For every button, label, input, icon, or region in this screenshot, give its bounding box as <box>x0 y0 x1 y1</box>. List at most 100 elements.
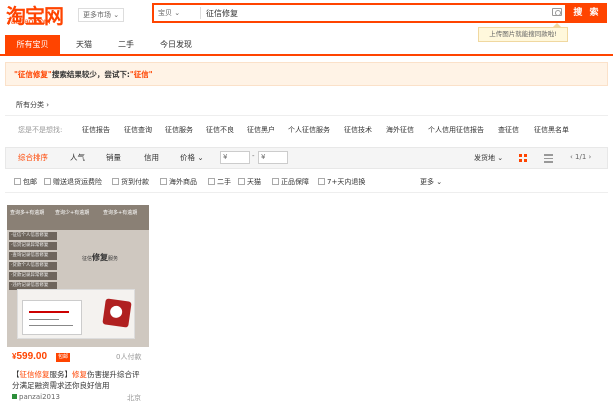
thumb-document <box>17 289 135 339</box>
page-indicator: 1/1 <box>575 153 587 161</box>
thumb-headline-suffix: 服务 <box>108 256 119 262</box>
suggestion-link[interactable]: 个人征信服务 <box>288 125 330 135</box>
more-filters-label: 更多 <box>420 178 434 186</box>
tab-secondhand[interactable]: 二手 <box>108 35 144 54</box>
filter-secondhand[interactable]: 二手 <box>208 177 231 187</box>
sort-credit[interactable]: 信用 <box>144 152 159 163</box>
price-range-dash: - <box>252 152 255 160</box>
filter-cod[interactable]: 货到付款 <box>112 177 149 187</box>
suggestion-label: 您是不是想找: <box>18 126 63 134</box>
certificate-graphic <box>22 300 82 335</box>
chevron-right-icon: › <box>46 101 50 109</box>
suggestion-link[interactable]: 查征信 <box>498 125 519 135</box>
sort-popularity[interactable]: 人气 <box>70 152 85 163</box>
product-price: ¥599.00 <box>12 351 47 362</box>
search-input[interactable] <box>206 6 546 20</box>
thumb-label: 查询多+有逾期 <box>10 210 45 216</box>
list-view-icon[interactable] <box>544 154 553 163</box>
title-fragment: 服务】 <box>49 370 73 379</box>
sort-price-label: 价格 <box>180 153 195 162</box>
more-filters-button[interactable]: 更多 ⌄ <box>420 177 442 187</box>
shop-link[interactable]: panzai2013 <box>12 393 60 401</box>
thumb-banner: 查询多+有逾期 查询少+有逾期 查询多+有逾期 <box>7 205 149 230</box>
taobao-logo-en[interactable]: Taobao.com <box>7 17 51 26</box>
title-fragment: 【 <box>12 370 20 379</box>
thumb-label: 查询少+有逾期 <box>55 210 90 216</box>
tab-tmall[interactable]: 天猫 <box>64 35 104 54</box>
product-image[interactable]: 查询多+有逾期 查询少+有逾期 查询多+有逾期 ·征信个人信息修复 ·信贷记录异… <box>7 205 149 347</box>
pagination[interactable]: ‹ 1/1 › <box>570 153 591 161</box>
suggestion-link[interactable]: 征信报告 <box>82 125 110 135</box>
search-category-label: 宝贝 <box>158 9 172 17</box>
checkbox[interactable] <box>238 178 245 185</box>
filter-label: 二手 <box>217 178 231 186</box>
grid-view-icon[interactable] <box>519 154 528 163</box>
notice-text: "征信修复"搜索结果较少，尝试下:"征信" <box>14 69 153 80</box>
suggestion-link[interactable]: 个人信用征信报告 <box>428 125 484 135</box>
next-page-icon[interactable]: › <box>589 153 592 161</box>
red-seal-graphic <box>102 298 132 328</box>
filter-genuine[interactable]: 正品保障 <box>272 177 309 187</box>
filter-label: 天猫 <box>247 178 261 186</box>
chevron-down-icon: ⌄ <box>497 154 504 162</box>
checkbox[interactable] <box>208 178 215 185</box>
sort-price[interactable]: 价格 ⌄ <box>180 152 204 163</box>
filter-label: 包邮 <box>23 178 37 186</box>
suggestion-link[interactable]: 征信黑户 <box>247 125 275 135</box>
nav-underline <box>0 54 613 56</box>
suggestion-link[interactable]: 征信不良 <box>206 125 234 135</box>
tab-today-discover[interactable]: 今日发现 <box>150 35 202 54</box>
filter-label: 正品保障 <box>281 178 309 186</box>
more-market-button[interactable]: 更多市场 ⌄ <box>78 8 125 22</box>
sort-sales[interactable]: 销量 <box>106 152 121 163</box>
price-min-input[interactable]: ¥ <box>220 151 250 164</box>
sort-default[interactable]: 综合排序 <box>18 152 48 163</box>
prev-page-icon[interactable]: ‹ <box>570 153 573 161</box>
chevron-down-icon: ⌄ <box>197 153 204 162</box>
thumb-headline-main: 修复 <box>92 253 109 262</box>
breadcrumb[interactable]: 所有分类 › <box>16 100 49 110</box>
thumb-menu-item: ·信贷记录异常修复 <box>9 242 57 250</box>
taobao-search-page: 淘宝网 Taobao.com 更多市场 ⌄ 宝贝 ⌄ 搜 索 上传图片就能搜同款… <box>0 0 613 410</box>
filter-return-insurance[interactable]: 赠送退货运费险 <box>44 177 102 187</box>
price-max-input[interactable]: ¥ <box>258 151 288 164</box>
checkbox[interactable] <box>272 178 279 185</box>
checkbox[interactable] <box>112 178 119 185</box>
title-highlight: 修复 <box>72 370 87 379</box>
thumb-menu-item: ·征信个人信息修复 <box>9 232 57 240</box>
checkbox[interactable] <box>14 178 21 185</box>
title-fragment: 伤害提升综合评 <box>87 370 140 379</box>
suggestion-link[interactable]: 征信黑名单 <box>534 125 569 135</box>
filter-7day-return[interactable]: 7+天内退换 <box>318 177 365 187</box>
price-value: 599.00 <box>16 351 48 362</box>
suggestion-link[interactable]: 征信服务 <box>165 125 193 135</box>
filter-label: 海外商品 <box>169 178 197 186</box>
checkbox[interactable] <box>318 178 325 185</box>
thumb-menu-item: ·贷款记录异常修复 <box>9 272 57 280</box>
suggestion-link[interactable]: 海外征信 <box>386 125 414 135</box>
filter-label: 赠送退货运费险 <box>53 178 102 186</box>
filter-overseas[interactable]: 海外商品 <box>160 177 197 187</box>
notice-suggestion-link[interactable]: "征信" <box>130 70 153 79</box>
search-divider <box>200 7 201 19</box>
image-search-tooltip: 上传图片就能搜同款啦! <box>478 23 568 42</box>
divider <box>5 192 608 193</box>
suggestion-link[interactable]: 征信技术 <box>344 125 372 135</box>
suggestion-link[interactable]: 征信查询 <box>124 125 152 135</box>
search-category-select[interactable]: 宝贝 ⌄ <box>158 7 180 19</box>
product-title-line2[interactable]: 分满足融资需求还你良好信用 <box>12 380 110 391</box>
filter-free-shipping[interactable]: 包邮 <box>14 177 37 187</box>
ship-from-select[interactable]: 发货地 ⌄ <box>474 153 503 163</box>
checkbox[interactable] <box>160 178 167 185</box>
tab-all-items[interactable]: 所有宝贝 <box>5 35 60 54</box>
breadcrumb-label: 所有分类 <box>16 101 44 109</box>
search-button[interactable]: 搜 索 <box>567 3 607 23</box>
product-location: 北京 <box>127 394 141 402</box>
filter-tmall[interactable]: 天猫 <box>238 177 261 187</box>
checkbox[interactable] <box>44 178 51 185</box>
thumb-label: 查询多+有逾期 <box>103 210 138 216</box>
chevron-down-icon: ⌄ <box>174 9 181 17</box>
thumb-menu-item: ·查询记录信息修复 <box>9 252 57 260</box>
product-title-line1[interactable]: 【征信修复服务】修复伤害提升综合评 <box>12 369 140 380</box>
camera-icon[interactable] <box>552 8 562 16</box>
